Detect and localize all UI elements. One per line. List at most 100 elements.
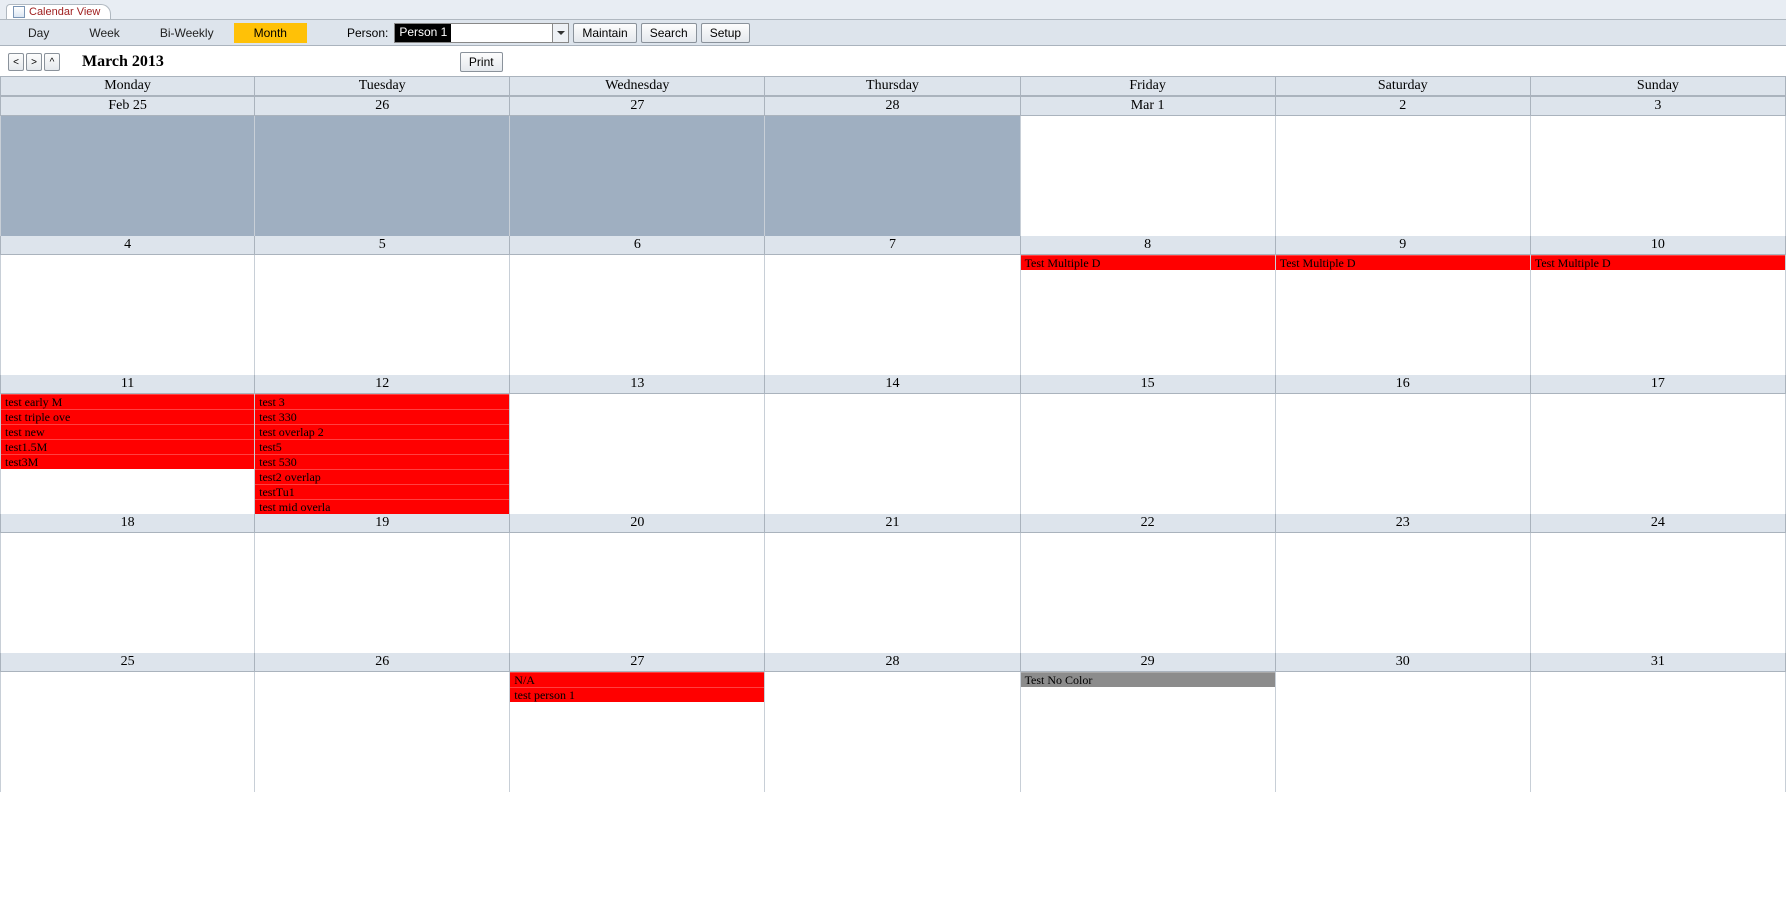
day-cell[interactable] [765, 394, 1020, 514]
day-cell[interactable] [1531, 672, 1786, 792]
event[interactable]: Test Multiple D [1531, 255, 1785, 270]
event[interactable]: test new [1, 424, 254, 439]
person-select[interactable]: Person 1 [394, 23, 569, 43]
maintain-button[interactable]: Maintain [573, 23, 636, 43]
day-cell[interactable] [765, 116, 1020, 236]
event[interactable]: testTu1 [255, 484, 509, 499]
event[interactable]: test 530 [255, 454, 509, 469]
day-cell[interactable] [255, 255, 510, 375]
date-cell[interactable]: 7 [765, 236, 1020, 255]
date-cell[interactable]: 16 [1276, 375, 1531, 394]
date-cell[interactable]: 27 [510, 653, 765, 672]
date-cell[interactable]: 26 [255, 96, 510, 116]
date-cell[interactable]: 30 [1276, 653, 1531, 672]
date-cell[interactable]: 29 [1021, 653, 1276, 672]
day-cell[interactable]: test early Mtest triple ovetest newtest1… [0, 394, 255, 514]
chevron-down-icon[interactable] [552, 24, 568, 42]
date-cell[interactable]: 10 [1531, 236, 1786, 255]
event[interactable]: test triple ove [1, 409, 254, 424]
date-cell[interactable]: 20 [510, 514, 765, 533]
day-cell[interactable] [255, 672, 510, 792]
day-cell[interactable] [510, 394, 765, 514]
event[interactable]: test5 [255, 439, 509, 454]
view-day[interactable]: Day [8, 23, 69, 43]
date-cell[interactable]: 18 [0, 514, 255, 533]
day-cell[interactable] [0, 672, 255, 792]
event[interactable]: test person 1 [510, 687, 764, 702]
prev-button[interactable]: < [8, 53, 24, 71]
day-cell[interactable] [765, 255, 1020, 375]
event[interactable]: Test Multiple D [1021, 255, 1275, 270]
day-cell[interactable] [0, 116, 255, 236]
date-cell[interactable]: 17 [1531, 375, 1786, 394]
date-cell[interactable]: 11 [0, 375, 255, 394]
event[interactable]: Test Multiple D [1276, 255, 1530, 270]
day-cell[interactable]: test 3test 330test overlap 2test5test 53… [255, 394, 510, 514]
date-cell[interactable]: 14 [765, 375, 1020, 394]
date-cell[interactable]: 3 [1531, 96, 1786, 116]
date-cell[interactable]: 28 [765, 653, 1020, 672]
day-cell[interactable] [1276, 533, 1531, 653]
date-cell[interactable]: 25 [0, 653, 255, 672]
event[interactable]: Test No Color [1021, 672, 1275, 687]
day-cell[interactable] [510, 533, 765, 653]
day-cell[interactable]: Test Multiple D [1531, 255, 1786, 375]
date-cell[interactable]: 12 [255, 375, 510, 394]
date-cell[interactable]: 21 [765, 514, 1020, 533]
date-cell[interactable]: 23 [1276, 514, 1531, 533]
day-cell[interactable] [255, 533, 510, 653]
day-cell[interactable] [255, 116, 510, 236]
day-cell[interactable] [1021, 533, 1276, 653]
view-month[interactable]: Month [234, 23, 307, 43]
day-cell[interactable] [1531, 533, 1786, 653]
day-cell[interactable] [765, 672, 1020, 792]
event[interactable]: test3M [1, 454, 254, 469]
date-cell[interactable]: 26 [255, 653, 510, 672]
date-cell[interactable]: 13 [510, 375, 765, 394]
event[interactable]: test overlap 2 [255, 424, 509, 439]
day-cell[interactable] [510, 116, 765, 236]
date-cell[interactable]: 27 [510, 96, 765, 116]
event[interactable]: test early M [1, 394, 254, 409]
day-cell[interactable] [510, 255, 765, 375]
day-cell[interactable] [1276, 394, 1531, 514]
date-cell[interactable]: 31 [1531, 653, 1786, 672]
day-cell[interactable]: Test Multiple D [1276, 255, 1531, 375]
search-button[interactable]: Search [641, 23, 697, 43]
event[interactable]: N/A [510, 672, 764, 687]
event[interactable]: test 330 [255, 409, 509, 424]
day-cell[interactable] [1531, 116, 1786, 236]
date-cell[interactable]: 22 [1021, 514, 1276, 533]
date-cell[interactable]: 8 [1021, 236, 1276, 255]
date-cell[interactable]: 15 [1021, 375, 1276, 394]
event[interactable]: test1.5M [1, 439, 254, 454]
date-cell[interactable]: 9 [1276, 236, 1531, 255]
date-cell[interactable]: 28 [765, 96, 1020, 116]
date-cell[interactable]: Feb 25 [0, 96, 255, 116]
day-cell[interactable] [0, 533, 255, 653]
day-cell[interactable] [1531, 394, 1786, 514]
print-button[interactable]: Print [460, 52, 503, 72]
tab-calendar-view[interactable]: Calendar View [6, 4, 111, 19]
day-cell[interactable] [1276, 672, 1531, 792]
day-cell[interactable]: N/Atest person 1 [510, 672, 765, 792]
day-cell[interactable] [1021, 116, 1276, 236]
view-bi-weekly[interactable]: Bi-Weekly [140, 23, 234, 43]
event[interactable]: test2 overlap [255, 469, 509, 484]
day-cell[interactable] [0, 255, 255, 375]
date-cell[interactable]: 19 [255, 514, 510, 533]
day-cell[interactable] [1021, 394, 1276, 514]
date-cell[interactable]: 24 [1531, 514, 1786, 533]
day-cell[interactable]: Test Multiple D [1021, 255, 1276, 375]
collapse-button[interactable]: ^ [44, 53, 60, 71]
date-cell[interactable]: 5 [255, 236, 510, 255]
event[interactable]: test 3 [255, 394, 509, 409]
date-cell[interactable]: 2 [1276, 96, 1531, 116]
day-cell[interactable] [765, 533, 1020, 653]
date-cell[interactable]: 6 [510, 236, 765, 255]
view-week[interactable]: Week [69, 23, 139, 43]
date-cell[interactable]: 4 [0, 236, 255, 255]
event[interactable]: test mid overla [255, 499, 509, 514]
setup-button[interactable]: Setup [701, 23, 750, 43]
date-cell[interactable]: Mar 1 [1021, 96, 1276, 116]
